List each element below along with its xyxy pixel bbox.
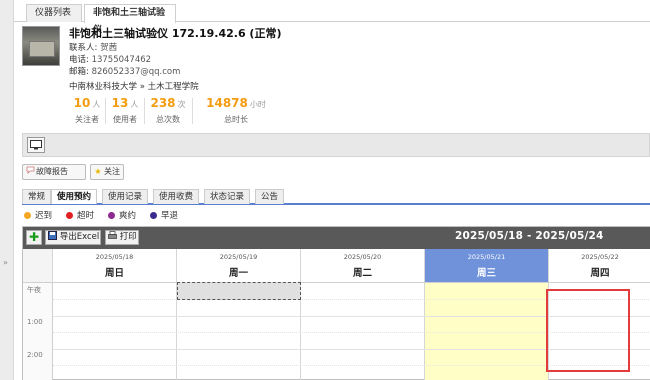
school-path: 中南林业科技大学 » 土木工程学院 bbox=[69, 82, 199, 92]
add-reservation-button[interactable]: ✚ bbox=[26, 230, 42, 245]
tab-reservation[interactable]: 使用预约 bbox=[51, 189, 98, 204]
tab-announcements[interactable]: 公告 bbox=[255, 189, 285, 204]
contact-value: 贺茜 bbox=[100, 43, 118, 53]
star-icon: ★ bbox=[94, 167, 102, 176]
stat-number: 238 bbox=[150, 96, 176, 110]
orange-dot-icon bbox=[24, 212, 31, 219]
stat-unit: 人 bbox=[130, 100, 139, 109]
save-icon bbox=[48, 231, 57, 240]
day-date: 2025/05/22 bbox=[581, 253, 619, 261]
instrument-photo bbox=[22, 26, 60, 66]
plus-icon: ✚ bbox=[29, 230, 40, 244]
instrument-title: 非饱和土三轴试验仪 172.19.42.6 (正常) bbox=[69, 27, 282, 40]
stat-label: 使用者 bbox=[113, 115, 137, 124]
print-label: 打印 bbox=[119, 232, 137, 242]
monitor-icon bbox=[30, 140, 42, 150]
tab-status-records[interactable]: 状态记录 bbox=[204, 189, 251, 204]
printer-icon bbox=[108, 231, 117, 239]
stat-hours: 14878 小时 总时长 bbox=[196, 96, 276, 125]
contact-row: 联系人: 贺茜 bbox=[69, 41, 117, 53]
stat-unit: 小时 bbox=[249, 100, 266, 109]
legend-early-leave: 早退 bbox=[150, 209, 178, 221]
email-value: 826052337@qq.com bbox=[91, 67, 181, 77]
stat-count: 238 次 总次数 bbox=[148, 96, 188, 125]
day-weekday: 周三 bbox=[476, 268, 496, 279]
time-header-corner bbox=[23, 249, 53, 283]
legend-label: 爽约 bbox=[119, 211, 137, 221]
legend-overtime: 超时 bbox=[66, 209, 94, 221]
tab-usage-records[interactable]: 使用记录 bbox=[102, 189, 149, 204]
time-label: 1:00 bbox=[27, 318, 43, 326]
phone-value: 13755047462 bbox=[91, 55, 152, 65]
divider bbox=[144, 98, 145, 124]
main-panel: 仪器列表 非饱和土三轴试验仪 非饱和土三轴试验仪 172.19.42.6 (正常… bbox=[14, 0, 650, 380]
stat-unit: 次 bbox=[177, 100, 186, 109]
stat-number: 10 bbox=[73, 96, 91, 110]
time-label: 2:00 bbox=[27, 351, 43, 359]
stat-users: 13 人 使用者 bbox=[110, 96, 140, 125]
red-dot-icon bbox=[66, 212, 73, 219]
date-range-title: 2025/05/18 - 2025/05/24 bbox=[455, 230, 604, 242]
day-header-mon: 2025/05/19 周一 bbox=[177, 249, 301, 283]
legend-noshow: 爽约 bbox=[108, 209, 136, 221]
day-header-sun: 2025/05/18 周日 bbox=[53, 249, 177, 283]
tab-usage-fees[interactable]: 使用收费 bbox=[153, 189, 200, 204]
divider bbox=[105, 98, 106, 124]
export-excel-button[interactable]: 导出Excel bbox=[45, 230, 101, 245]
phone-label: 电话: bbox=[69, 55, 89, 65]
highlight-box bbox=[546, 289, 630, 372]
follow-button[interactable]: ★ 关注 bbox=[90, 164, 124, 180]
day-date: 2025/05/18 bbox=[95, 253, 134, 261]
day-header-tue: 2025/05/20 周二 bbox=[301, 249, 425, 283]
print-button[interactable]: 打印 bbox=[105, 230, 139, 245]
fault-report-label: 故障报告 bbox=[36, 167, 68, 176]
tab-instrument-list[interactable]: 仪器列表 bbox=[26, 4, 82, 22]
legend-label: 早退 bbox=[161, 211, 179, 221]
follow-label: 关注 bbox=[104, 167, 120, 176]
monitor-button[interactable] bbox=[27, 137, 45, 153]
day-header-thu: 2025/05/22 周四 bbox=[549, 249, 650, 283]
expand-arrow-icon[interactable]: » bbox=[3, 258, 8, 267]
email-row: 邮箱: 826052337@qq.com bbox=[69, 65, 180, 77]
navy-dot-icon bbox=[150, 212, 157, 219]
calendar-toolbar: ✚ 导出Excel 打印 2025/05/18 - 2025/05/24 bbox=[23, 227, 650, 249]
day-date: 2025/05/19 bbox=[219, 253, 258, 261]
monitor-toolbar bbox=[22, 133, 650, 157]
day-header-wed-today: 2025/05/21 周三 bbox=[425, 249, 549, 283]
export-excel-label: 导出Excel bbox=[59, 232, 100, 242]
left-gutter: » bbox=[0, 0, 14, 380]
divider bbox=[192, 98, 193, 124]
day-weekday: 周一 bbox=[228, 268, 248, 279]
legend-label: 迟到 bbox=[35, 211, 53, 221]
fault-report-button[interactable]: 故障报告 bbox=[22, 164, 86, 180]
tab-instrument-detail[interactable]: 非饱和土三轴试验仪 bbox=[84, 4, 176, 35]
stat-label: 总次数 bbox=[156, 115, 180, 124]
email-label: 邮箱: bbox=[69, 67, 89, 77]
day-weekday: 周日 bbox=[104, 268, 124, 279]
day-date: 2025/05/20 bbox=[343, 253, 382, 261]
selected-timeslot[interactable] bbox=[177, 282, 301, 300]
stat-followers: 10 人 关注者 bbox=[72, 96, 102, 125]
day-weekday: 周四 bbox=[590, 268, 610, 279]
tab-general[interactable]: 常规 bbox=[22, 189, 52, 204]
speech-bubble-icon bbox=[25, 165, 35, 179]
day-date: 2025/05/21 bbox=[467, 253, 506, 261]
time-label: 午夜 bbox=[27, 286, 41, 294]
contact-label: 联系人: bbox=[69, 43, 98, 53]
legend-late: 迟到 bbox=[24, 209, 52, 221]
stat-number: 14878 bbox=[206, 96, 248, 110]
day-weekday: 周二 bbox=[352, 268, 372, 279]
phone-row: 电话: 13755047462 bbox=[69, 53, 151, 65]
top-tab-bar: 仪器列表 非饱和土三轴试验仪 bbox=[14, 0, 650, 35]
sub-tab-bar: 常规 使用预约 使用记录 使用收费 状态记录 公告 bbox=[22, 188, 650, 205]
stat-unit: 人 bbox=[92, 100, 101, 109]
time-axis: 午夜 1:00 2:00 bbox=[23, 283, 53, 380]
purple-dot-icon bbox=[108, 212, 115, 219]
stat-label: 关注者 bbox=[75, 115, 99, 124]
stat-label: 总时长 bbox=[224, 115, 248, 124]
stat-number: 13 bbox=[111, 96, 129, 110]
legend-label: 超时 bbox=[77, 211, 95, 221]
